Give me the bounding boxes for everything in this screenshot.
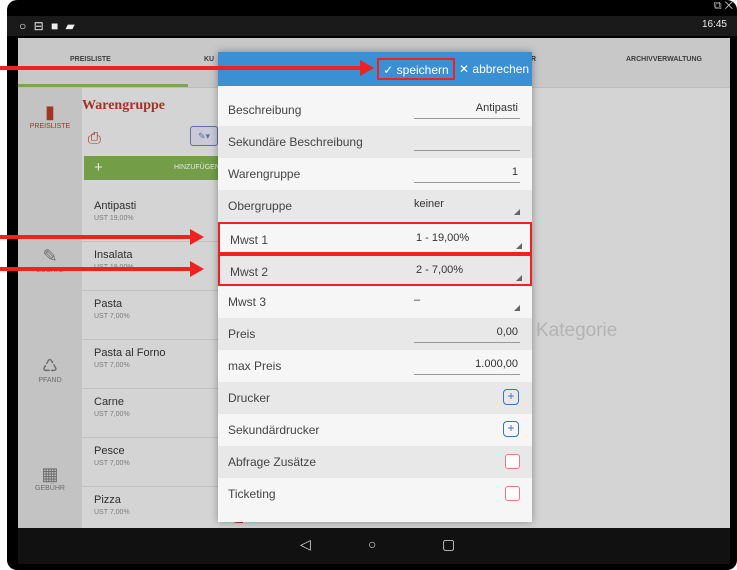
field-mwst-2: Mwst 2 2 - 7,00% xyxy=(218,254,532,286)
field-ticketing: Ticketing xyxy=(218,478,532,510)
edit-dialog: ✓ speichern ✕ abbrechen Beschreibung Ant… xyxy=(218,52,532,522)
field-label: Ticketing xyxy=(228,487,276,501)
dropdown-icon xyxy=(514,305,520,311)
field-label: Sekundärdrucker xyxy=(228,423,320,437)
field-label: Mwst 1 xyxy=(230,233,269,247)
field-abfrage-zusaetze: Abfrage Zusätze xyxy=(218,446,532,478)
mwst-1-select[interactable]: 1 - 19,00% xyxy=(416,229,522,249)
field-label: max Preis xyxy=(228,359,282,373)
field-max-preis: max Preis 1.000,00 xyxy=(218,350,532,382)
mwst-2-select[interactable]: 2 - 7,00% xyxy=(416,261,522,281)
annotation-arrow-mwst-1 xyxy=(0,235,192,239)
field-mwst-3: Mwst 3 – xyxy=(218,286,532,318)
add-printer-icon[interactable]: + xyxy=(503,389,519,405)
dropdown-icon xyxy=(516,275,522,281)
field-label: Drucker xyxy=(228,391,271,405)
dropdown-icon xyxy=(516,243,522,249)
sekundaere-beschreibung-input[interactable] xyxy=(414,131,520,151)
select-value: – xyxy=(414,294,421,306)
field-label: Sekundäre Beschreibung xyxy=(228,135,363,149)
annotation-arrowhead xyxy=(190,261,204,277)
annotation-arrow-mwst-2 xyxy=(0,267,192,271)
save-button[interactable]: ✓ speichern xyxy=(377,58,455,80)
back-icon[interactable]: ◁ xyxy=(300,536,311,553)
select-value: 1 - 19,00% xyxy=(416,232,470,244)
abfrage-zusaetze-checkbox[interactable] xyxy=(505,454,520,469)
field-label: Warengruppe xyxy=(228,167,301,181)
clock: 16:45 xyxy=(701,19,727,30)
preis-input[interactable]: 0,00 xyxy=(414,323,520,343)
android-nav-bar: ◁ ○ ▢ xyxy=(18,528,730,564)
field-label: Mwst 3 xyxy=(228,295,267,309)
recents-icon[interactable]: ▢ xyxy=(442,536,455,553)
add-secondary-printer-icon[interactable]: + xyxy=(503,421,519,437)
annotation-arrowhead xyxy=(190,229,204,245)
annotation-arrowhead xyxy=(360,60,374,76)
field-label: Abfrage Zusätze xyxy=(228,455,317,469)
field-label: Obergruppe xyxy=(228,199,293,213)
status-bar: ○ ⊟ ■ ▰ 16:45 xyxy=(7,16,737,36)
select-value: 2 - 7,00% xyxy=(416,264,464,276)
max-preis-input[interactable]: 1.000,00 xyxy=(414,355,520,375)
field-sekundaere-beschreibung: Sekundäre Beschreibung xyxy=(218,126,532,158)
cancel-button[interactable]: ✕ abbrechen xyxy=(459,58,529,80)
status-icons: ○ ⊟ ■ ▰ xyxy=(19,19,77,33)
window-controls-icon[interactable]: ⧉ ✕ xyxy=(714,0,733,13)
field-beschreibung: Beschreibung Antipasti xyxy=(218,94,532,126)
field-obergruppe: Obergruppe keiner xyxy=(218,190,532,222)
field-drucker: Drucker + xyxy=(218,382,532,414)
warengruppe-input[interactable]: 1 xyxy=(414,163,520,183)
field-label: Preis xyxy=(228,327,256,341)
field-mwst-1: Mwst 1 1 - 19,00% xyxy=(218,222,532,254)
beschreibung-input[interactable]: Antipasti xyxy=(414,99,520,119)
home-icon[interactable]: ○ xyxy=(368,536,376,552)
obergruppe-select[interactable]: keiner xyxy=(414,195,520,215)
dropdown-icon xyxy=(514,209,520,215)
mwst-3-select[interactable]: – xyxy=(414,291,520,311)
annotation-arrow-save xyxy=(0,66,362,70)
field-sekundaerdrucker: Sekundärdrucker + xyxy=(218,414,532,446)
ticketing-checkbox[interactable] xyxy=(505,486,520,501)
field-preis: Preis 0,00 xyxy=(218,318,532,350)
field-warengruppe: Warengruppe 1 xyxy=(218,158,532,190)
field-label: Mwst 2 xyxy=(230,265,269,279)
field-label: Beschreibung xyxy=(228,103,302,117)
select-value: keiner xyxy=(414,198,444,210)
